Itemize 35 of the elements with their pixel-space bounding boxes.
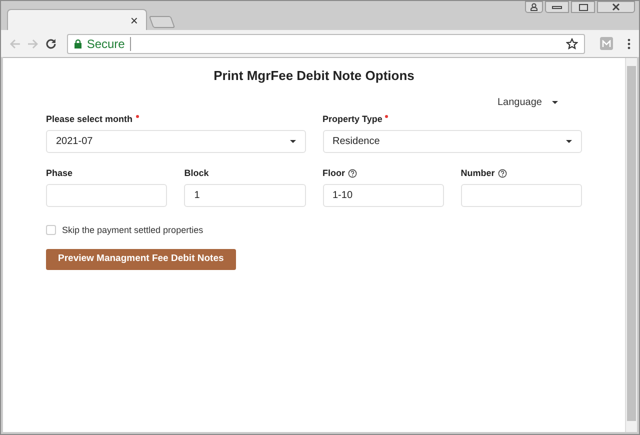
field-label: Phase [46, 166, 73, 180]
profile-icon[interactable] [525, 1, 543, 13]
caret-icon [566, 140, 572, 142]
minimize-icon[interactable] [545, 1, 569, 13]
field-label: Please select month [46, 112, 133, 126]
address-bar[interactable]: Secure [66, 34, 586, 54]
field-label: Floor [322, 166, 345, 180]
select-field[interactable]: Residence [322, 130, 582, 152]
scrollbar[interactable] [625, 58, 637, 432]
security-label: Secure [86, 36, 131, 50]
close-window-icon[interactable] [597, 1, 635, 13]
page-title: Print MgrFee Debit Note Options [214, 67, 414, 85]
input-field[interactable]: 1 [184, 184, 306, 206]
preview-button[interactable]: Preview Managment Fee Debit Notes [46, 249, 236, 270]
field-label: Number [460, 166, 495, 180]
language-dropdown[interactable]: Language [498, 94, 558, 110]
input-field[interactable] [460, 184, 582, 206]
help-icon[interactable] [348, 169, 357, 178]
checkbox-label: Skip the payment settled properties [62, 224, 204, 237]
help-icon[interactable] [498, 169, 507, 178]
bookmark-star-icon[interactable] [566, 38, 578, 50]
input-field[interactable]: 1-10 [322, 184, 444, 206]
reload-icon[interactable] [44, 38, 57, 50]
restore-icon[interactable] [571, 1, 595, 13]
select-field[interactable]: 2021-07 [46, 130, 306, 152]
caret-icon [290, 140, 296, 142]
caret-icon [552, 100, 558, 104]
checkbox[interactable] [46, 225, 56, 236]
lock-icon [74, 38, 82, 48]
scrollbar-thumb[interactable] [627, 66, 636, 421]
input-field[interactable] [46, 184, 168, 206]
browser-tab[interactable]: × [7, 9, 147, 30]
menu-icon[interactable] [627, 38, 632, 50]
field-label: Block [184, 166, 209, 180]
field-label: Property Type [322, 112, 382, 126]
